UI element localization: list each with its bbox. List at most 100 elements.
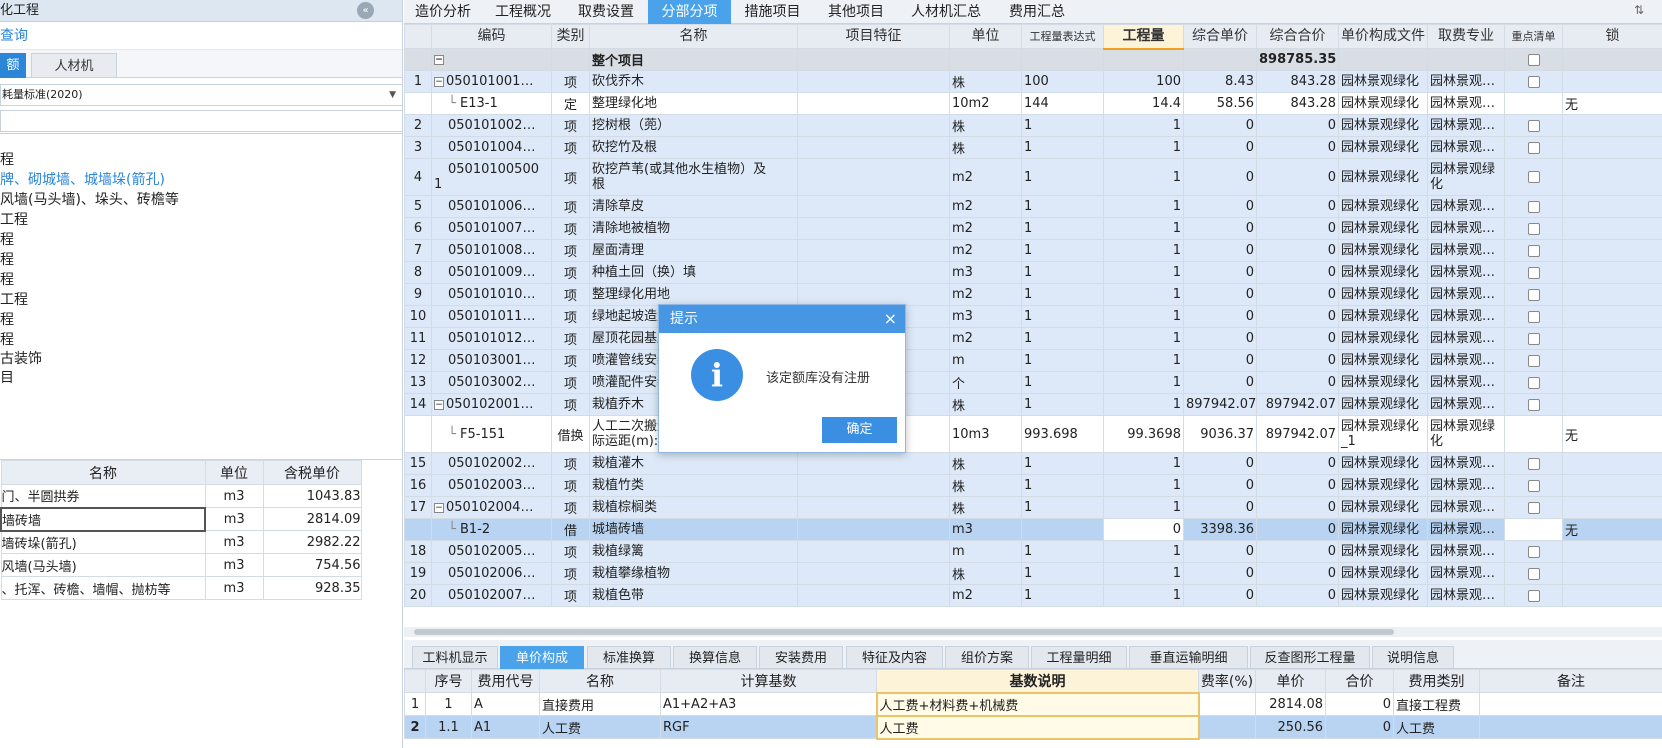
quantity-cell[interactable]: 1 — [1103, 327, 1184, 350]
expand-toggle-icon[interactable]: − — [434, 399, 444, 410]
bottom-tab-3[interactable]: 换算信息 — [673, 646, 757, 669]
column-header[interactable]: 名称 — [589, 24, 798, 49]
quantity-cell[interactable]: 1 — [1103, 217, 1184, 240]
unit-cell[interactable]: 10m2 — [949, 92, 1022, 115]
expression-cell[interactable]: 1 — [1021, 349, 1104, 372]
fee-spec-cell[interactable]: 园林景观… — [1427, 474, 1505, 497]
bottom-tab-9[interactable]: 反查图形工程量 — [1250, 646, 1370, 669]
expression-cell[interactable]: 1 — [1021, 496, 1104, 519]
table-row[interactable]: └ E13-1 定整理绿化地 10m2 144 14.4 58.56 843.28 园林景观绿化… — [404, 92, 1662, 115]
column-header[interactable]: 费率(%) — [1198, 669, 1256, 693]
code-cell[interactable]: 050102003… — [431, 474, 552, 497]
code-cell[interactable]: 050101010… — [431, 283, 552, 306]
remark-cell[interactable] — [1479, 715, 1662, 739]
amount-cell[interactable]: 0 — [1325, 692, 1394, 716]
checkbox[interactable] — [1527, 545, 1540, 558]
fee-type-cell[interactable]: 人工费 — [1393, 715, 1480, 739]
fee-spec-cell[interactable]: 园林景观… — [1427, 114, 1505, 137]
price-file-cell[interactable]: 园林景观绿化 — [1338, 239, 1428, 262]
expression-cell[interactable]: 1 — [1021, 327, 1104, 350]
column-header[interactable]: 综合单价 — [1183, 24, 1257, 49]
tree-node[interactable]: 程 — [0, 310, 14, 331]
checkbox[interactable] — [1527, 310, 1540, 323]
table-row[interactable]: 19 050102006… 项栽植攀缘植物株 1 1 0 0 园林景观绿化 园林景观… — [404, 562, 1662, 585]
name-cell[interactable]: 清除地被植物 — [589, 217, 798, 240]
price-file-cell[interactable]: 园林景观绿化 — [1338, 305, 1428, 328]
key-item-cell[interactable] — [1504, 48, 1563, 71]
unit-cell[interactable]: m3 — [949, 518, 1022, 541]
expression-cell[interactable]: 1 — [1021, 283, 1104, 306]
checkbox[interactable] — [1527, 332, 1540, 345]
unit-cell[interactable]: m3 — [949, 261, 1022, 284]
code-cell[interactable]: 050103001… — [431, 349, 552, 372]
fee-spec-cell[interactable]: 园林景观绿 化 — [1427, 415, 1505, 453]
table-row[interactable]: 10 050101011… 项绿地起坡造型 m3 1 1 0 0 园林景观绿化 园林景观… — [404, 305, 1662, 328]
fee-spec-cell[interactable]: 园林景观… — [1427, 195, 1505, 218]
code-cell[interactable]: −050102004… — [431, 496, 552, 519]
search-link[interactable]: 查询 — [0, 22, 402, 50]
tree-node[interactable]: 程 — [0, 270, 14, 291]
key-item-cell[interactable] — [1504, 371, 1563, 394]
fee-spec-cell[interactable]: 园林景观… — [1427, 136, 1505, 159]
table-row[interactable]: 2 050101002… 项挖树根（蔸）株 1 1 0 0 园林景观绿化 园林景观… — [404, 114, 1662, 137]
column-header[interactable]: 名称 — [539, 669, 661, 693]
tab-4[interactable]: 措施项目 — [731, 0, 814, 24]
tree-node[interactable]: 工程 — [0, 290, 28, 311]
table-row[interactable]: 风墙(马头墙) m3 754.56 — [0, 553, 362, 577]
price-file-cell[interactable]: 园林景观绿化 — [1338, 562, 1428, 585]
fee-spec-cell[interactable]: 园林景观… — [1427, 496, 1505, 519]
price-file-cell[interactable]: 园林景观绿化 — [1338, 283, 1428, 306]
table-row[interactable]: 14−050102001… 项栽植乔木株 1 1 897942.07 897942.07 园… — [404, 393, 1662, 416]
table-row[interactable]: └ B1-2 借城墙砖墙 m3 0 3398.36 0 园林景观绿化 园林景观… 无 — [404, 518, 1662, 541]
key-item-cell[interactable] — [1504, 261, 1563, 284]
key-item-cell[interactable] — [1504, 415, 1563, 453]
unit-cell[interactable]: m2 — [949, 158, 1022, 196]
ok-button[interactable]: 确定 — [822, 417, 897, 443]
code-cell[interactable]: 050101008… — [431, 239, 552, 262]
table-row[interactable]: 6 050101007… 项清除地被植物 m2 1 1 0 0 园林景观绿化 园林景观… — [404, 217, 1662, 240]
code-cell[interactable]: 05010100500 1 — [431, 158, 552, 196]
checkbox[interactable] — [1527, 288, 1540, 301]
quantity-cell[interactable]: 99.3698 — [1103, 415, 1184, 453]
tab-0[interactable]: 造价分析 — [404, 0, 482, 24]
column-header[interactable]: 单位 — [949, 24, 1022, 49]
key-item-cell[interactable] — [1504, 283, 1563, 306]
tree-node[interactable]: 程 — [0, 330, 14, 351]
code-cell[interactable]: −050102001… — [431, 393, 552, 416]
collapse-icon[interactable]: « — [357, 2, 374, 19]
feature-cell[interactable] — [797, 239, 950, 262]
feature-cell[interactable] — [797, 518, 950, 541]
bottom-tab-7[interactable]: 工程量明细 — [1031, 646, 1127, 669]
name-cell[interactable]: 整理绿化用地 — [589, 283, 798, 306]
tree-node[interactable]: 程 — [0, 250, 14, 271]
fee-spec-cell[interactable]: 园林景观… — [1427, 452, 1505, 475]
key-item-cell[interactable] — [1504, 452, 1563, 475]
key-item-cell[interactable] — [1504, 518, 1563, 541]
code-cell[interactable]: 050102007… — [431, 584, 552, 607]
checkbox[interactable] — [1527, 53, 1540, 66]
filter-input[interactable] — [0, 110, 402, 132]
feature-cell[interactable] — [797, 283, 950, 306]
table-row[interactable]: 11 050101012… 项屋顶花园基底 m2 1 1 0 0 园林景观绿化 园林景观… — [404, 327, 1662, 350]
expression-cell[interactable]: 1 — [1021, 261, 1104, 284]
table-row[interactable]: └ F5-151 借换 人工二次搬运 际运距(m):50 10m3 993.698 99.3… — [404, 415, 1662, 453]
expression-cell[interactable]: 1 — [1021, 195, 1104, 218]
seq-cell[interactable]: 1.1 — [425, 715, 472, 739]
column-header[interactable]: 重点清单 — [1504, 24, 1563, 49]
code-cell[interactable]: 050103002… — [431, 371, 552, 394]
feature-cell[interactable] — [797, 261, 950, 284]
feature-cell[interactable] — [797, 136, 950, 159]
name-cell[interactable]: 栽植色带 — [589, 584, 798, 607]
table-row[interactable]: 1−050101001… 项砍伐乔木株 100 100 8.43 843.28 园林景观绿化… — [404, 70, 1662, 93]
feature-cell[interactable] — [797, 496, 950, 519]
table-row[interactable]: 2 1.1 A1 人工费 RGF 人工费 250.56 0 人工费 — [404, 714, 1662, 740]
fee-spec-cell[interactable]: 园林景观… — [1427, 305, 1505, 328]
expression-cell[interactable]: 1 — [1021, 393, 1104, 416]
expand-toggle-icon[interactable]: − — [434, 76, 444, 87]
price-file-cell[interactable]: 园林景观绿化 _1 — [1338, 415, 1428, 453]
fee-spec-cell[interactable]: 园林景观… — [1427, 239, 1505, 262]
code-cell[interactable]: └ F5-151 — [431, 415, 552, 453]
checkbox[interactable] — [1527, 567, 1540, 580]
expression-cell[interactable]: 1 — [1021, 239, 1104, 262]
code-cell[interactable]: 050101007… — [431, 217, 552, 240]
